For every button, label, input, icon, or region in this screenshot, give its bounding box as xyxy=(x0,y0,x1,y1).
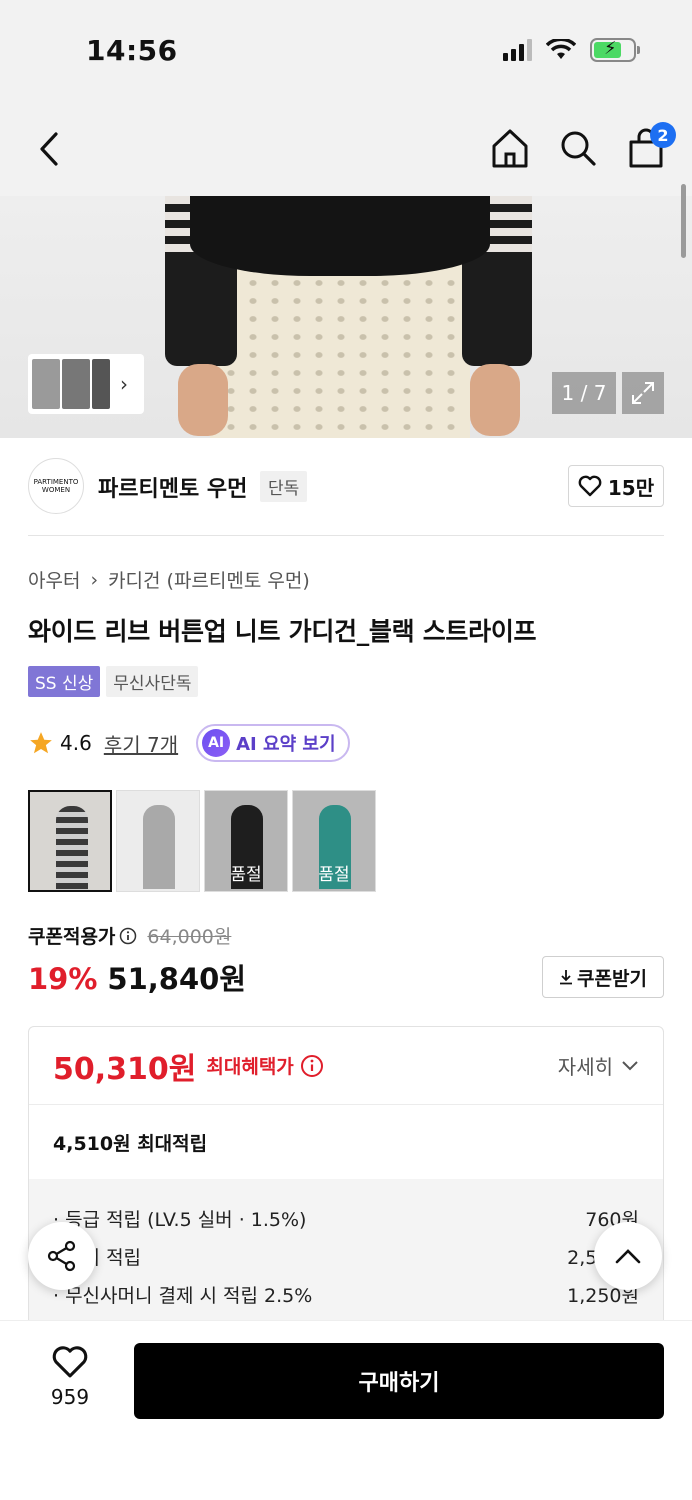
rating-score: 4.6 xyxy=(60,731,92,755)
exclusive-badge: 단독 xyxy=(260,471,308,502)
product-title: 와이드 리브 버튼업 니트 가디건_블랙 스트라이프 xyxy=(28,617,537,646)
buy-button[interactable]: 구매하기 xyxy=(134,1343,664,1419)
variant-option[interactable]: 품절 xyxy=(204,790,288,892)
sale-price: 51,840원 xyxy=(107,962,247,996)
color-variants: 품절 품절 xyxy=(28,790,376,892)
benefit-box: 50,310원 최대혜택가 자세히 4,510원 최대적립 · 등급 적립 (L… xyxy=(28,1026,664,1326)
rating-row: 4.6 후기 7개 AI AI 요약 보기 xyxy=(28,724,350,762)
coupon-price-label: 쿠폰적용가 64,000원 xyxy=(28,922,231,949)
heart-icon xyxy=(52,1346,88,1378)
original-price: 64,000원 xyxy=(147,926,232,948)
cart-count-badge: 2 xyxy=(650,122,676,148)
list-item: · 등급 적립 (LV.5 실버 · 1.5%) 760원 xyxy=(53,1208,639,1231)
ai-icon: AI xyxy=(202,729,231,757)
sold-out-label: 품절 xyxy=(230,865,262,885)
share-button[interactable] xyxy=(28,1222,96,1290)
cellular-signal-icon xyxy=(503,39,532,61)
breadcrumb: 아우터 › 카디건 (파르티멘토 우먼) xyxy=(28,566,310,593)
share-icon xyxy=(47,1240,76,1272)
detail-toggle[interactable]: 자세히 xyxy=(558,1051,639,1080)
chevron-down-icon xyxy=(622,1060,638,1070)
new-season-tag: SS 신상 xyxy=(28,666,101,697)
max-benefit-row: 50,310원 최대혜택가 자세히 xyxy=(29,1027,663,1105)
download-icon xyxy=(560,970,573,985)
list-item: · 무신사머니 결제 시 적립 2.5% 1,250원 xyxy=(53,1284,639,1307)
scroll-top-button[interactable] xyxy=(594,1222,662,1290)
breadcrumb-cardigan[interactable]: 카디건 (파르티멘토 우먼) xyxy=(108,566,310,593)
nav-bar: 2 xyxy=(0,100,692,196)
info-icon[interactable] xyxy=(119,927,137,945)
cart-button[interactable]: 2 xyxy=(626,122,676,170)
ai-summary-button[interactable]: AI AI 요약 보기 xyxy=(196,724,350,762)
wishlist-count: 959 xyxy=(50,1385,90,1409)
chevron-right-icon: › xyxy=(120,372,128,396)
image-thumbnail-strip[interactable]: › xyxy=(28,354,144,414)
brand-row: PARTIMENTO WOMEN 파르티멘토 우먼 단독 15만 xyxy=(28,456,664,536)
back-arrow-icon[interactable] xyxy=(30,126,70,172)
info-icon[interactable] xyxy=(300,1054,324,1078)
ai-summary-label: AI 요약 보기 xyxy=(236,734,336,755)
brand-like-button[interactable]: 15만 xyxy=(568,465,664,507)
brand-like-count: 15만 xyxy=(607,475,655,500)
discount-rate: 19% xyxy=(28,962,98,996)
wishlist-button[interactable]: 959 xyxy=(40,1345,100,1409)
max-benefit-label: 최대혜택가 xyxy=(206,1056,294,1078)
chevron-right-icon: › xyxy=(90,568,99,591)
breadcrumb-outer[interactable]: 아우터 xyxy=(28,566,80,593)
battery-charging-icon: ⚡ xyxy=(590,38,640,62)
download-coupon-button[interactable]: 쿠폰받기 xyxy=(542,956,664,998)
search-icon[interactable] xyxy=(558,126,598,170)
product-image-carousel[interactable]: › 1 / 7 xyxy=(0,196,692,438)
status-icons: ⚡ xyxy=(503,38,640,62)
bottom-action-bar: 959 구매하기 xyxy=(0,1320,692,1500)
image-counter: 1 / 7 xyxy=(552,372,616,414)
price-row: 19% 51,840원 xyxy=(28,956,246,998)
home-icon[interactable] xyxy=(490,126,530,170)
max-points: 4,510원 최대적립 xyxy=(53,1132,208,1155)
product-tags: SS 신상 무신사단독 xyxy=(28,666,199,697)
list-item: · 후기 적립 2,500원 xyxy=(53,1246,639,1269)
chevron-up-icon xyxy=(615,1249,641,1264)
status-bar: 14:56 ⚡ xyxy=(0,0,692,100)
expand-button[interactable] xyxy=(622,372,664,414)
nav-actions: 2 xyxy=(490,122,676,170)
status-time: 14:56 xyxy=(86,34,178,67)
max-benefit-price: 50,310원 xyxy=(53,1051,197,1087)
brand-name[interactable]: 파르티멘토 우먼 xyxy=(98,471,247,503)
star-icon xyxy=(30,732,52,754)
brand-logo[interactable]: PARTIMENTO WOMEN xyxy=(28,458,84,514)
review-count-link[interactable]: 후기 7개 xyxy=(104,729,178,758)
variant-option[interactable] xyxy=(28,790,112,892)
heart-icon xyxy=(578,475,602,497)
wifi-icon xyxy=(546,39,576,59)
sold-out-label: 품절 xyxy=(318,865,350,885)
variant-option[interactable]: 품절 xyxy=(292,790,376,892)
exclusive-tag: 무신사단독 xyxy=(106,666,199,697)
scroll-indicator xyxy=(681,184,686,258)
expand-icon xyxy=(632,382,654,404)
variant-option[interactable] xyxy=(116,790,200,892)
points-breakdown: · 등급 적립 (LV.5 실버 · 1.5%) 760원 · 후기 적립 2,… xyxy=(29,1179,663,1325)
